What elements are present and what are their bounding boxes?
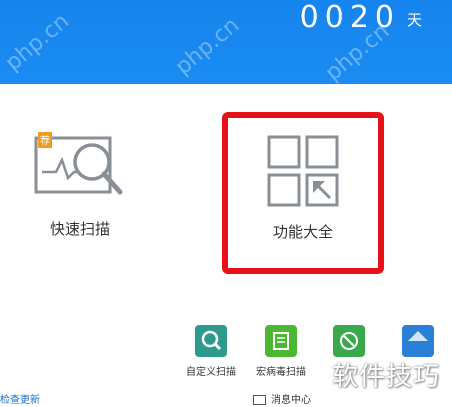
quick-scan-label: 快速扫描 xyxy=(49,220,110,238)
macro-virus-scan-tool[interactable]: 宏病毒扫描 xyxy=(250,325,312,378)
check-update-link[interactable]: 检查更新 xyxy=(0,391,40,406)
message-center-label: 消息中心 xyxy=(271,395,311,406)
tool-icon xyxy=(402,325,434,357)
quick-scan-tile[interactable]: 荐 快速扫描 xyxy=(20,120,140,250)
protected-days-counter: 0020 xyxy=(299,0,400,35)
quick-scan-icon: 荐 xyxy=(34,132,123,195)
mail-icon xyxy=(253,395,266,405)
site-watermark: php.cn xyxy=(170,12,245,81)
macro-virus-scan-label: 宏病毒扫描 xyxy=(256,367,306,378)
macro-virus-scan-icon xyxy=(265,325,297,357)
shield-icon xyxy=(333,325,365,357)
top-banner: php.cn php.cn php.cn 0020 天 xyxy=(0,0,452,86)
all-features-label: 功能大全 xyxy=(272,223,333,241)
custom-scan-icon xyxy=(195,325,227,357)
custom-scan-label: 自定义扫描 xyxy=(186,367,236,378)
custom-scan-tool[interactable]: 自定义扫描 xyxy=(180,325,242,378)
svg-text:荐: 荐 xyxy=(40,135,50,147)
days-unit-label: 天 xyxy=(406,11,422,29)
all-features-icon xyxy=(267,135,339,207)
message-center-button[interactable]: 消息中心 xyxy=(253,391,311,406)
site-watermark: php.cn xyxy=(0,8,75,77)
all-features-tile[interactable]: 功能大全 xyxy=(222,112,384,274)
watermark-text: 软件技巧 xyxy=(331,362,440,392)
